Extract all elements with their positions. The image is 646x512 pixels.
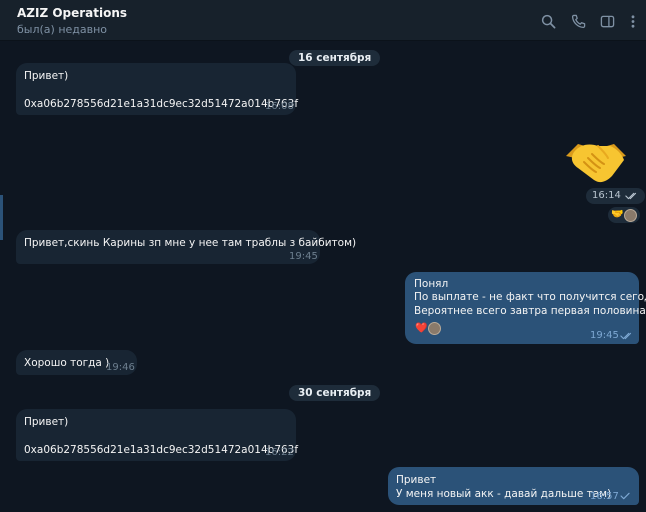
chat-header: AZIZ Operations был(а) недавно: [0, 0, 646, 41]
message-time: 16:22: [265, 447, 294, 458]
message-text: Хорошо тогда ): [24, 357, 110, 369]
message-time: 19:45: [590, 330, 619, 341]
chat-status: был(а) недавно: [17, 23, 108, 36]
incoming-message[interactable]: Привет) 0xa06b278556d21e1a31dc9ec32d5147…: [16, 63, 299, 115]
outgoing-message[interactable]: Привет У меня новый акк - давай дальше т…: [388, 467, 639, 505]
incoming-message[interactable]: Привет,скинь Карины зп мне у нее там тра…: [16, 230, 356, 264]
message-time: 19:46: [106, 362, 135, 373]
message-text: Привет) 0xa06b278556d21e1a31dc9ec32d5147…: [24, 70, 299, 110]
message-text: Понял По выплате - не факт что получится…: [414, 278, 646, 317]
reaction-emoji: 🤝: [611, 209, 624, 220]
sidebar-panel-icon[interactable]: [598, 12, 616, 30]
single-check-icon: [620, 492, 630, 500]
double-check-icon: [620, 332, 632, 340]
outgoing-message[interactable]: Понял По выплате - не факт что получится…: [405, 272, 646, 344]
heart-reaction: ❤️: [415, 322, 428, 334]
handshake-sticker[interactable]: 🤝: [560, 134, 632, 186]
incoming-message[interactable]: Привет) 0xa06b278556d21e1a31dc9ec32d5147…: [16, 409, 299, 461]
more-vertical-icon[interactable]: [624, 12, 642, 30]
sticker-time-badge: 16:14: [586, 188, 645, 204]
message-time: 16:57: [590, 491, 619, 502]
message-time: 16:14: [592, 190, 621, 201]
message-time: 16:08: [265, 101, 294, 112]
search-icon[interactable]: [539, 12, 557, 30]
phone-icon[interactable]: [569, 12, 587, 30]
reaction-avatar: [428, 322, 442, 335]
chat-title[interactable]: AZIZ Operations: [17, 6, 127, 20]
date-separator: 30 сентября: [289, 385, 381, 401]
message-time: 19:45: [289, 251, 318, 262]
double-check-icon: [625, 192, 636, 200]
incoming-message[interactable]: Хорошо тогда ) 19:46: [16, 350, 137, 375]
message-text: Привет) 0xa06b278556d21e1a31dc9ec32d5147…: [24, 416, 299, 456]
reaction-badge[interactable]: 🤝: [608, 207, 641, 223]
reaction-avatar: [624, 208, 638, 222]
date-separator: 16 сентября: [289, 50, 381, 66]
sidebar-edge-accent: [0, 195, 3, 240]
message-text: Привет У меня новый акк - давай дальше т…: [396, 474, 612, 500]
message-text: Привет,скинь Карины зп мне у нее там тра…: [24, 237, 357, 249]
reaction-badge[interactable]: ❤️: [415, 322, 442, 335]
